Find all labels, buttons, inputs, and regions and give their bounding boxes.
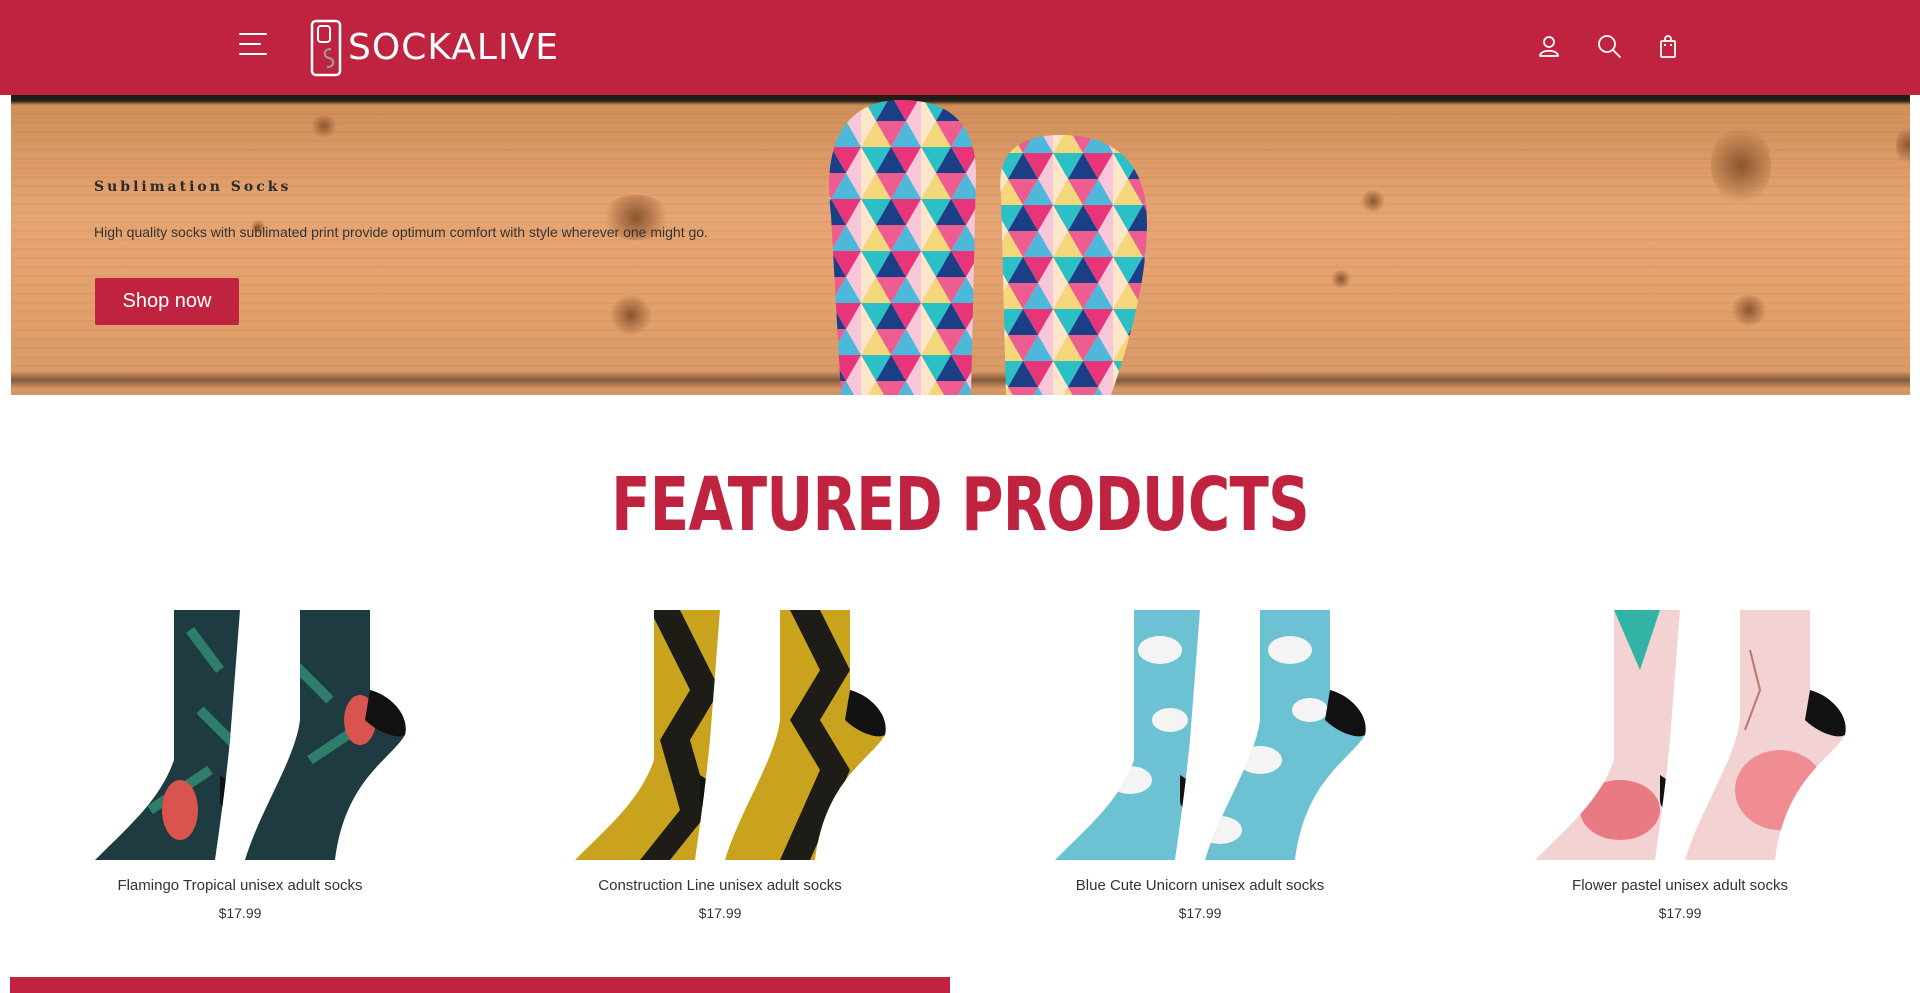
hero-subtitle: Sublimation Socks xyxy=(94,179,292,195)
brand-name: SOCKALIVE xyxy=(348,27,559,68)
hero-socks-image xyxy=(829,100,1147,395)
product-card[interactable]: Flower pastel unisex adult socks $17.99 xyxy=(1510,610,1850,921)
product-image xyxy=(1535,610,1846,860)
shop-now-button[interactable]: Shop now xyxy=(95,278,239,325)
product-card[interactable]: Blue Cute Unicorn unisex adult socks $17… xyxy=(1030,610,1370,921)
menu-icon[interactable] xyxy=(239,33,269,61)
site-header: SOCKALIVE xyxy=(0,0,1920,95)
brand-logo[interactable]: SOCKALIVE xyxy=(310,18,559,78)
product-image xyxy=(95,610,406,860)
product-name[interactable]: Flamingo Tropical unisex adult socks xyxy=(70,877,410,894)
search-icon[interactable] xyxy=(1596,33,1622,59)
hero-banner: Sublimation Socks High quality socks wit… xyxy=(11,95,1910,395)
user-icon[interactable] xyxy=(1536,33,1562,59)
product-image xyxy=(575,610,886,860)
product-price: $17.99 xyxy=(1178,905,1222,921)
product-name[interactable]: Blue Cute Unicorn unisex adult socks xyxy=(1030,877,1370,894)
product-name[interactable]: Construction Line unisex adult socks xyxy=(550,877,890,894)
product-price: $17.99 xyxy=(1658,905,1702,921)
product-card[interactable]: Construction Line unisex adult socks $17… xyxy=(550,610,890,921)
product-image xyxy=(1055,610,1366,860)
product-price: $17.99 xyxy=(218,905,262,921)
featured-products-title: FEATURED PRODUCTS xyxy=(611,462,1310,548)
product-price: $17.99 xyxy=(698,905,742,921)
shopping-bag-icon[interactable] xyxy=(1655,33,1681,59)
logo-mark-icon xyxy=(310,19,342,77)
product-name[interactable]: Flower pastel unisex adult socks xyxy=(1510,877,1850,894)
section-banner-edge xyxy=(10,977,950,993)
product-card[interactable]: Flamingo Tropical unisex adult socks $17… xyxy=(70,610,410,921)
hero-description: High quality socks with sublimated print… xyxy=(94,224,708,240)
